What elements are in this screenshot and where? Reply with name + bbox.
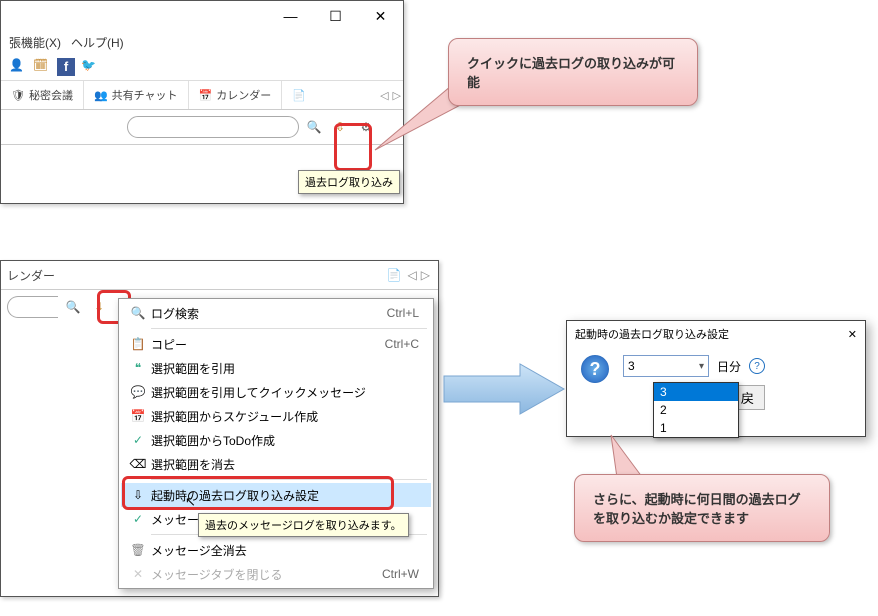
close-icon: ✕: [125, 567, 151, 581]
people-icon: 👥: [94, 89, 108, 102]
maximize-button[interactable]: ☐: [313, 2, 358, 30]
context-menu: 🔍 ログ検索 Ctrl+L 📋 コピー Ctrl+C ❝ 選択範囲を引用 💬 選…: [118, 298, 434, 589]
days-select[interactable]: 3 ▾: [623, 355, 709, 377]
menu-help[interactable]: ヘルプ(H): [71, 36, 124, 50]
quickmessage-icon: 💬: [125, 385, 151, 399]
search-input[interactable]: [127, 116, 299, 138]
page-icon: 📄: [292, 89, 306, 102]
tab-toolbar-2: レンダー 📄 ◁ ▷: [1, 261, 438, 290]
callout-days-setting: さらに、起動時に何日間の過去ログを取り込むか設定できます: [574, 474, 830, 542]
tab-calendar[interactable]: 📅 カレンダー: [189, 81, 283, 109]
facebook-icon[interactable]: f: [57, 58, 75, 76]
menu-delete-all[interactable]: 🗑 メッセージ全消去: [121, 538, 431, 562]
menu-quote-quickmsg[interactable]: 💬 選択範囲を引用してクイックメッセージ: [121, 380, 431, 404]
tab-extra[interactable]: 📄: [282, 81, 316, 109]
menubar: 張機能(X) ヘルプ(H): [1, 31, 403, 54]
erase-icon: ⌫: [125, 457, 151, 471]
dropdown-option-1[interactable]: 1: [654, 419, 738, 437]
tab-secret-meeting[interactable]: 🛡 秘密会議: [1, 81, 84, 109]
days-dropdown-list: 3 2 1: [653, 382, 739, 438]
right-arrow-icon[interactable]: ▷: [391, 89, 403, 102]
dropdown-option-3[interactable]: 3: [654, 383, 738, 401]
thread-icon: ✓: [125, 512, 151, 526]
search-icon: 🔍: [125, 306, 151, 320]
dialog-close-button[interactable]: ✕: [848, 328, 857, 341]
todo-icon: ✓: [125, 433, 151, 447]
quote-icon: ❝: [125, 361, 151, 375]
menu-copy[interactable]: 📋 コピー Ctrl+C: [121, 332, 431, 356]
menu-erase-selection[interactable]: ⌫ 選択範囲を消去: [121, 452, 431, 476]
close-button[interactable]: ✕: [358, 2, 403, 30]
help-icon: ?: [581, 355, 609, 383]
callout-quick-import: クイックに過去ログの取り込みが可能: [448, 38, 698, 106]
minimize-button[interactable]: ―: [268, 2, 313, 30]
highlight-import-icon: [334, 123, 372, 171]
dialog-title-text: 起動時の過去ログ取り込み設定: [575, 326, 729, 342]
titlebar: ― ☐ ✕: [1, 1, 403, 31]
days-suffix-label: 日分: [717, 358, 741, 375]
search-icon[interactable]: 🔍: [62, 296, 84, 318]
right-arrow-icon[interactable]: ▷: [419, 268, 432, 282]
twitter-icon[interactable]: 🐦: [81, 58, 99, 76]
help-link-icon[interactable]: ?: [749, 358, 765, 374]
shield-icon: 🛡: [11, 89, 25, 102]
chevron-down-icon: ▾: [699, 361, 704, 372]
select-value: 3: [628, 359, 635, 373]
tooltip-import-past-log: 過去のメッセージログを取り込みます。: [198, 513, 409, 537]
conference-icon[interactable]: 🗓: [33, 58, 51, 76]
dialog-titlebar: 起動時の過去ログ取り込み設定 ✕: [567, 321, 865, 347]
left-arrow-icon[interactable]: ◁: [378, 89, 390, 102]
arrow-right-icon: [440, 360, 570, 418]
page-icon[interactable]: 📄: [383, 268, 406, 282]
menu-close-tab: ✕ メッセージタブを閉じる Ctrl+W: [121, 562, 431, 586]
callout-text: さらに、起動時に何日間の過去ログを取り込むか設定できます: [593, 492, 801, 526]
calendar-icon: 📅: [199, 89, 213, 102]
tab-toolbar: 🛡 秘密会議 👥 共有チャット 📅 カレンダー 📄 ◁ ▷: [1, 81, 403, 110]
search-icon[interactable]: 🔍: [303, 116, 325, 138]
user-icon[interactable]: 👤: [9, 58, 27, 76]
tooltip-import-log: 過去ログ取り込み: [298, 170, 400, 194]
schedule-icon: 📅: [125, 409, 151, 423]
menu-quote-selection[interactable]: ❝ 選択範囲を引用: [121, 356, 431, 380]
trash-icon: 🗑: [125, 543, 151, 557]
dropdown-option-2[interactable]: 2: [654, 401, 738, 419]
menu-extensions[interactable]: 張機能(X): [9, 36, 61, 50]
menu-log-search[interactable]: 🔍 ログ検索 Ctrl+L: [121, 301, 431, 325]
menu-separator: [151, 328, 427, 329]
left-arrow-icon[interactable]: ◁: [406, 268, 419, 282]
icon-toolbar: 👤 🗓 f 🐦: [1, 54, 403, 81]
tab-shared-chat[interactable]: 👥 共有チャット: [84, 81, 189, 109]
menu-create-schedule[interactable]: 📅 選択範囲からスケジュール作成: [121, 404, 431, 428]
search-input-2[interactable]: [7, 296, 58, 318]
tab-calendar-2[interactable]: レンダー: [7, 267, 55, 284]
highlight-startup-settings: [122, 476, 394, 510]
menu-create-todo[interactable]: ✓ 選択範囲からToDo作成: [121, 428, 431, 452]
callout-text: クイックに過去ログの取り込みが可能: [467, 56, 675, 90]
copy-icon: 📋: [125, 337, 151, 351]
